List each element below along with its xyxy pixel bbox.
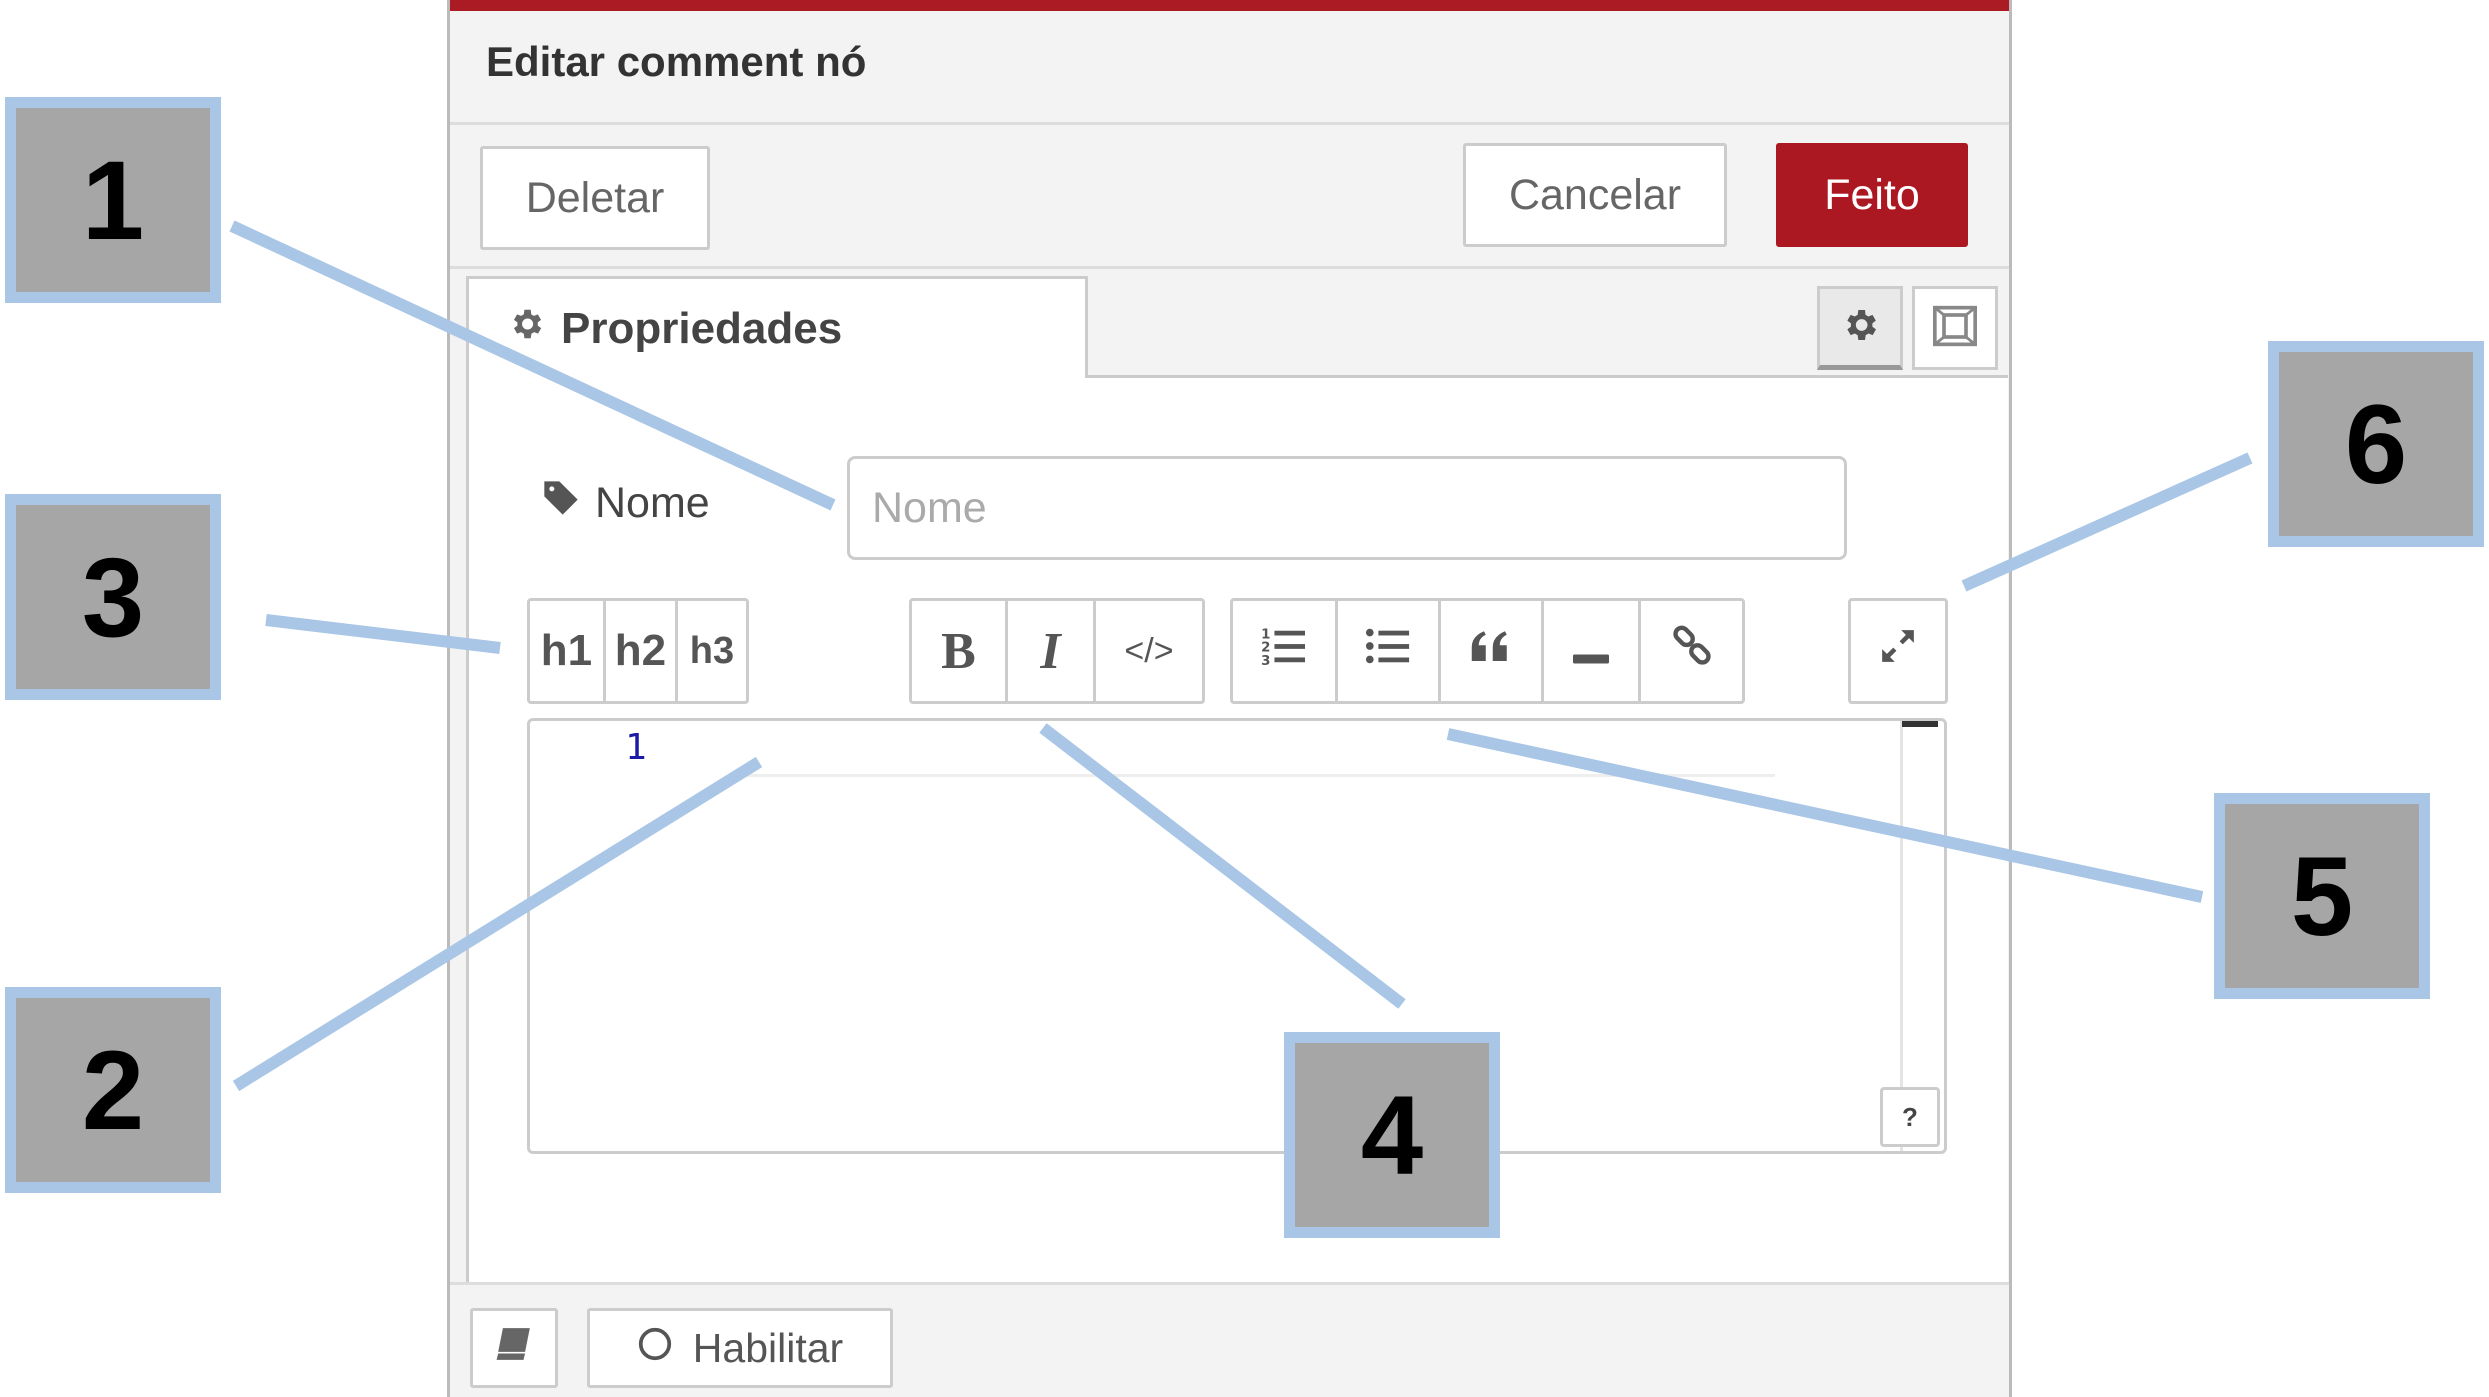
line-number: 1 — [625, 727, 647, 768]
enable-toggle[interactable]: Habilitar — [587, 1308, 893, 1388]
quote-button[interactable] — [1441, 601, 1544, 701]
expand-icon — [1879, 626, 1917, 676]
link-button[interactable] — [1641, 601, 1742, 701]
name-label: Nome — [541, 478, 710, 529]
bullet-list-icon — [1365, 626, 1411, 677]
frame-icon — [1931, 304, 1979, 353]
h2-button[interactable]: h2 — [606, 601, 678, 701]
callout-3: 3 — [5, 494, 221, 700]
edit-node-dialog: Editar comment nó Deletar Cancelar Feito… — [447, 0, 2012, 1397]
heading-toolbar-group: h1 h2 h3 — [527, 598, 749, 704]
gear-icon — [507, 304, 545, 354]
block-toolbar-group: 123 — [1230, 598, 1745, 704]
callout-1: 1 — [5, 97, 221, 303]
markdown-editor[interactable]: 1 ? — [527, 718, 1947, 1154]
dialog-footer: Habilitar — [450, 1282, 2009, 1397]
h1-button[interactable]: h1 — [530, 601, 606, 701]
node-appearance-button[interactable] — [1912, 286, 1998, 370]
format-toolbar-group: B I </> — [909, 598, 1205, 704]
name-input[interactable] — [847, 456, 1847, 560]
numbered-list-icon: 123 — [1261, 625, 1307, 678]
delete-button[interactable]: Deletar — [480, 146, 710, 250]
numbered-list-button[interactable]: 123 — [1233, 601, 1338, 701]
name-label-text: Nome — [595, 479, 710, 527]
tab-strip: Propriedades — [466, 276, 2008, 378]
horizontal-rule-icon — [1573, 626, 1609, 676]
svg-text:3: 3 — [1261, 654, 1270, 667]
enable-label: Habilitar — [692, 1324, 844, 1371]
dialog-accent-bar — [450, 0, 2009, 11]
book-icon — [495, 1325, 533, 1372]
node-help-button[interactable] — [470, 1308, 558, 1388]
callout-6: 6 — [2268, 341, 2484, 547]
tag-icon — [541, 478, 581, 529]
properties-panel: Nome h1 h2 h3 B I </> 123 — [466, 378, 2008, 1282]
bold-button[interactable]: B — [912, 601, 1008, 701]
gear-icon — [1840, 305, 1880, 350]
italic-button[interactable]: I — [1008, 601, 1096, 701]
quote-icon — [1470, 626, 1512, 676]
help-button[interactable]: ? — [1880, 1087, 1940, 1147]
cancel-button[interactable]: Cancelar — [1463, 143, 1727, 247]
horizontal-rule-button[interactable] — [1544, 601, 1641, 701]
callout-2: 2 — [5, 987, 221, 1193]
circle-icon — [637, 1325, 673, 1372]
dialog-title: Editar comment nó — [486, 38, 867, 85]
divider — [450, 122, 2009, 125]
h3-button[interactable]: h3 — [678, 601, 746, 701]
scroll-thumb[interactable] — [1902, 721, 1938, 727]
code-button[interactable]: </> — [1096, 601, 1202, 701]
active-line[interactable] — [730, 721, 1775, 777]
callout-4: 4 — [1284, 1032, 1500, 1238]
tab-label: Propriedades — [561, 303, 843, 353]
tab-properties[interactable]: Propriedades — [466, 276, 1088, 378]
node-settings-button[interactable] — [1817, 286, 1903, 370]
link-icon — [1671, 625, 1713, 678]
done-button[interactable]: Feito — [1776, 143, 1968, 247]
expand-toolbar-group — [1848, 598, 1948, 704]
expand-button[interactable] — [1851, 601, 1945, 701]
divider — [450, 266, 2009, 269]
bullet-list-button[interactable] — [1338, 601, 1441, 701]
callout-5: 5 — [2214, 793, 2430, 999]
